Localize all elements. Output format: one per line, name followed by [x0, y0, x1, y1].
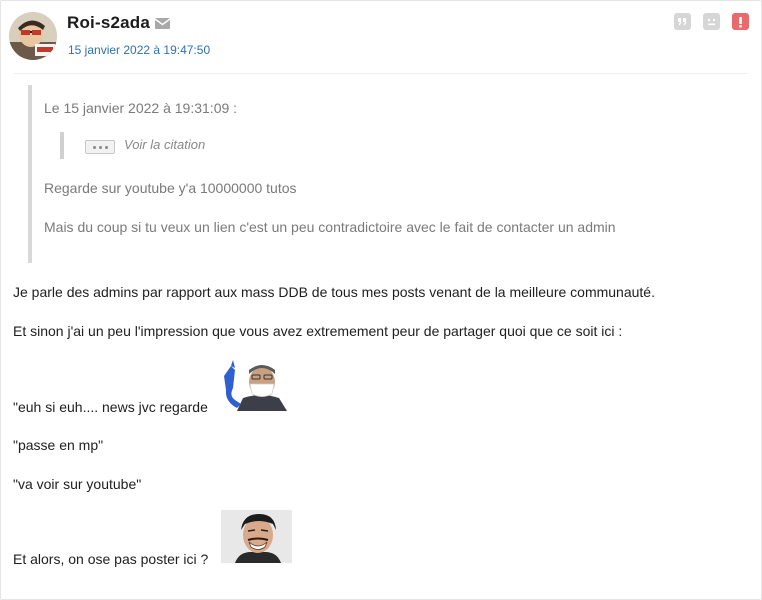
- body-line-3: "euh si euh.... news jvc regarde: [13, 399, 208, 415]
- quote-icon: [678, 18, 687, 26]
- blockquote: Le 15 janvier 2022 à 19:31:09 : Voir la …: [28, 85, 732, 263]
- expand-quote-button[interactable]: [85, 140, 115, 154]
- alert-icon: [739, 16, 742, 27]
- author-name[interactable]: Roi-s2ada: [67, 13, 150, 33]
- avatar-image: [9, 12, 57, 60]
- post-date-link[interactable]: 15 janvier 2022 à 19:47:50: [68, 43, 210, 57]
- post-actions: [674, 13, 749, 30]
- sad-face-icon: [708, 19, 715, 26]
- body-line-5: "va voir sur youtube": [13, 476, 142, 492]
- quote-button[interactable]: [674, 13, 691, 30]
- ellipsis-dot: [104, 145, 108, 149]
- report-button[interactable]: [732, 13, 749, 30]
- header-divider: [14, 73, 748, 74]
- sticker-masked-man: [221, 358, 292, 411]
- forum-post: Roi-s2ada 15 janvier 2022 à 19:47:50 Le …: [0, 0, 762, 600]
- sticker-masked-man-image: [221, 358, 292, 411]
- body-line-1: Je parle des admins par rapport aux mass…: [13, 284, 655, 300]
- blacklist-button[interactable]: [703, 13, 720, 30]
- envelope-icon[interactable]: [155, 18, 170, 29]
- author-avatar[interactable]: [9, 12, 57, 60]
- quote-header: Le 15 janvier 2022 à 19:31:09 :: [44, 100, 238, 116]
- quote-line-1: Regarde sur youtube y'a 10000000 tutos: [44, 180, 297, 196]
- nested-quote: Voir la citation: [60, 132, 205, 159]
- body-line-6: Et alors, on ose pas poster ici ?: [13, 551, 209, 567]
- ellipsis-dot: [92, 145, 96, 149]
- ellipsis-dot: [98, 145, 102, 149]
- show-quote-label[interactable]: Voir la citation: [124, 137, 205, 152]
- sticker-smiling-man: [221, 510, 292, 563]
- sticker-smiling-man-image: [221, 510, 292, 563]
- body-line-2: Et sinon j'ai un peu l'impression que vo…: [13, 323, 623, 339]
- body-line-4: "passe en mp": [13, 437, 104, 453]
- quote-line-2: Mais du coup si tu veux un lien c'est un…: [44, 219, 616, 235]
